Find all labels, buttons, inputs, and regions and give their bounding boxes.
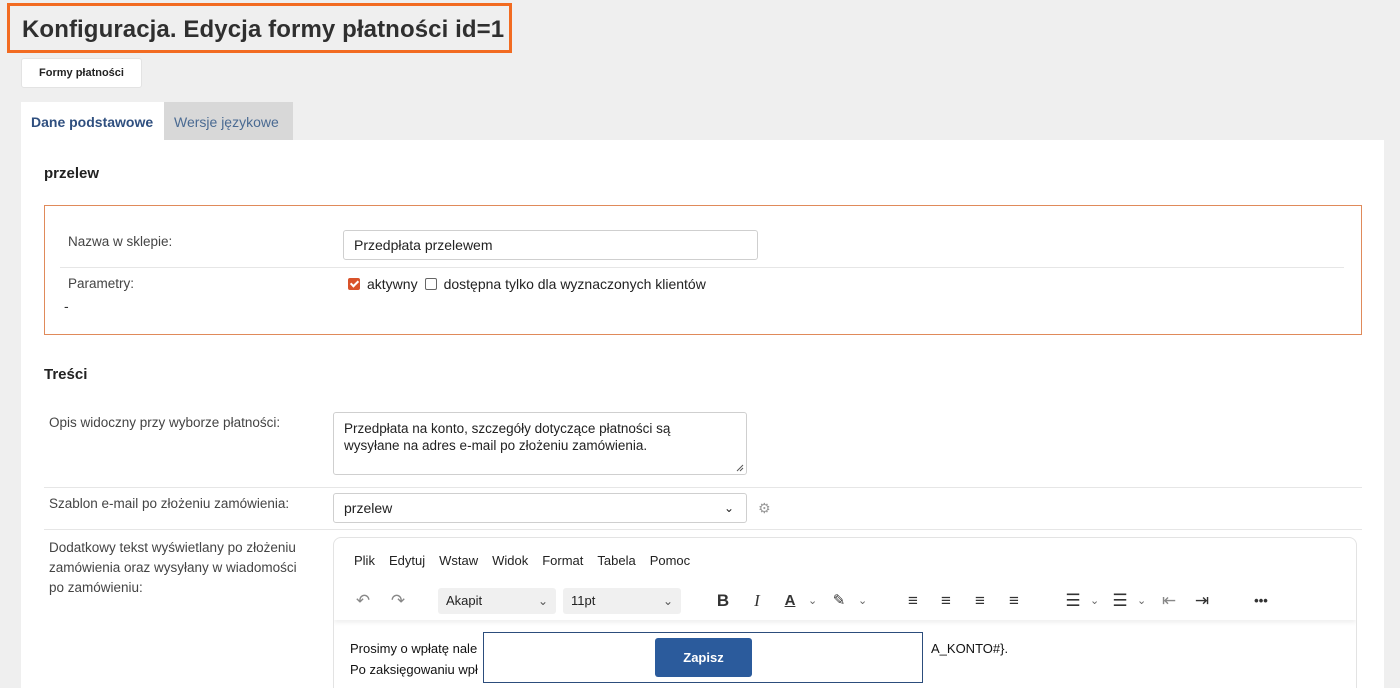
bold-icon[interactable]: B [712,582,734,620]
gear-icon[interactable]: ⚙ [758,500,771,517]
params-checkboxes: aktywny dostępna tylko dla wyznaczonych … [348,276,706,292]
menu-help[interactable]: Pomoc [650,553,690,568]
align-justify-icon[interactable]: ≡ [1003,582,1025,620]
align-right-icon[interactable]: ≡ [969,582,991,620]
menu-insert[interactable]: Wstaw [439,553,478,568]
extra-text-label: Dodatkowy tekst wyświetlany po złożeniu … [49,538,297,598]
chevron-down-icon: ⌄ [723,501,734,515]
chevron-down-icon: ⌄ [537,594,548,608]
menu-format[interactable]: Format [542,553,583,568]
description-line-2: wysyłane na adres e-mail po złożeniu zam… [344,438,648,453]
divider [44,529,1362,530]
editor-text-line-1-start: Prosimy o wpłatę nale [350,641,478,656]
undo-icon[interactable]: ↶ [352,582,374,620]
form-panel: przelew Nazwa w sklepie: Przedpłata prze… [21,140,1384,688]
description-label: Opis widoczny przy wyborze płatności: [49,415,281,430]
menu-edit[interactable]: Edytuj [389,553,425,568]
divider [44,487,1362,488]
chevron-down-icon[interactable]: ⌄ [1090,582,1099,620]
description-textarea[interactable]: Przedpłata na konto, szczegóły dotyczące… [333,412,747,475]
basic-params-box: Nazwa w sklepie: Przedpłata przelewem Pa… [44,205,1362,335]
payment-methods-button[interactable]: Formy płatności [21,58,142,88]
font-size-select[interactable]: 11pt ⌄ [563,588,681,614]
numbered-list-icon[interactable]: ☰ [1109,582,1131,620]
menu-file[interactable]: Plik [354,553,375,568]
active-label: aktywny [367,276,418,292]
chevron-down-icon: ⌄ [662,594,673,608]
chevron-down-icon[interactable]: ⌄ [1137,582,1146,620]
resize-grip-icon[interactable] [736,464,744,472]
redo-icon[interactable]: ↷ [387,582,409,620]
email-template-value: przelew [344,500,393,516]
block-format-value: Akapit [446,593,483,608]
editor-menubar: Plik Edytuj Wstaw Widok Format Tabela Po… [354,553,704,568]
text-color-icon[interactable]: A [779,582,801,620]
extra-text-label-line-3: po zamówieniu: [49,580,143,595]
active-checkbox[interactable] [348,278,360,290]
align-center-icon[interactable]: ≡ [935,582,957,620]
editor-text-line-1[interactable]: Prosimy o wpłatę nale A_KONTO#}. [350,641,1008,656]
editor-text-line-1-end: A_KONTO#}. [931,641,1009,656]
highlight-color-icon[interactable]: ✎ [828,582,850,620]
email-template-select[interactable]: przelew ⌄ [333,493,747,523]
section-title-content: Treści [44,366,88,383]
chevron-down-icon[interactable]: ⌄ [858,582,867,620]
bullet-list-icon[interactable]: ☰ [1062,582,1084,620]
tab-bar: Dane podstawowe Wersje językowe [21,102,293,140]
tab-basic-data[interactable]: Dane podstawowe [21,102,164,140]
dash-text: - [64,298,69,314]
indent-icon[interactable]: ⇥ [1191,582,1213,620]
extra-text-label-line-2: zamówienia oraz wysyłany w wiadomości [49,560,297,575]
block-format-select[interactable]: Akapit ⌄ [438,588,556,614]
italic-icon[interactable]: I [746,582,768,620]
section-title-payment: przelew [44,165,100,182]
save-bar: Zapisz [483,632,923,683]
divider [60,267,1344,268]
more-options-icon[interactable]: ••• [1248,582,1274,620]
tab-language-versions[interactable]: Wersje językowe [164,102,293,140]
params-label: Parametry: [68,276,135,291]
editor-text-line-2[interactable]: Po zaksięgowaniu wpł [350,662,478,677]
chevron-down-icon[interactable]: ⌄ [808,582,817,620]
menu-table[interactable]: Tabela [597,553,635,568]
extra-text-label-line-1: Dodatkowy tekst wyświetlany po złożeniu [49,540,296,555]
outdent-icon[interactable]: ⇤ [1158,582,1180,620]
restricted-label: dostępna tylko dla wyznaczonych klientów [443,276,706,292]
shop-name-input[interactable]: Przedpłata przelewem [343,230,758,260]
name-label: Nazwa w sklepie: [68,234,173,249]
editor-toolbar: ↶ ↷ Akapit ⌄ 11pt ⌄ B I A ⌄ ✎ ⌄ ≡ ≡ ≡ ≡ … [334,582,1356,620]
email-template-label: Szablon e-mail po złożeniu zamówienia: [49,496,290,511]
description-line-1: Przedpłata na konto, szczegóły dotyczące… [344,421,671,436]
restricted-checkbox[interactable] [424,278,437,290]
align-left-icon[interactable]: ≡ [902,582,924,620]
page-title: Konfiguracja. Edycja formy płatności id=… [7,3,512,53]
save-button[interactable]: Zapisz [655,638,752,677]
font-size-value: 11pt [571,593,596,608]
menu-view[interactable]: Widok [492,553,528,568]
